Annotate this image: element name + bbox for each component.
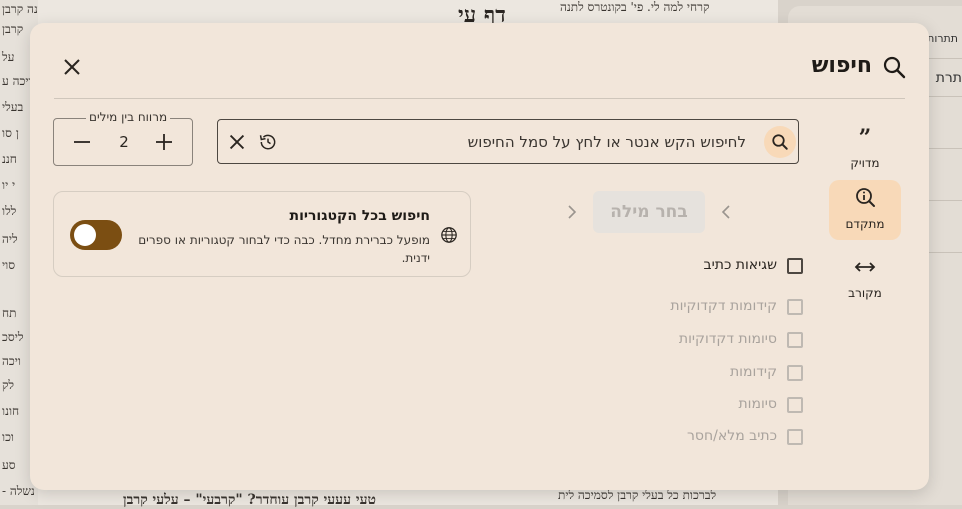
side-panel-divider (928, 58, 962, 59)
option-label: קידומות דקדוקיות (670, 298, 777, 314)
plus-icon[interactable] (154, 132, 174, 152)
checkbox[interactable] (787, 332, 803, 348)
chevron-right-icon[interactable] (564, 204, 580, 220)
header-divider (54, 98, 905, 99)
background-text-line: לברכות כל בעלי קרבן לסמיכה לית (558, 488, 717, 502)
checkbox[interactable] (787, 299, 803, 315)
quote-icon: ” (859, 125, 872, 149)
chevron-left-icon[interactable] (718, 204, 734, 220)
dialog-header: חיפוש (30, 23, 929, 99)
margin-line: וכו (2, 430, 15, 444)
side-panel-divider (928, 148, 962, 149)
search-placeholder: לחיפוש הקש אנטר או לחץ על סמל החיפוש (467, 133, 746, 151)
margin-line: סוי (2, 258, 16, 272)
all-categories-toggle[interactable] (70, 220, 122, 250)
all-categories-description: מופעל כברירת מחדל. כבה כדי לבחור קטגוריו… (138, 233, 430, 265)
side-panel-tab: תתרות (927, 32, 958, 45)
margin-line: ן סו (2, 126, 19, 140)
clear-icon[interactable] (226, 131, 248, 153)
search-submit-button[interactable] (764, 126, 796, 158)
word-gap-label: מרווח בין מילים (86, 110, 171, 124)
close-icon[interactable] (60, 55, 84, 79)
margin-line: ונה קרבן (2, 2, 38, 16)
checkbox[interactable] (787, 365, 803, 381)
checkbox[interactable] (787, 397, 803, 413)
search-input[interactable]: לחיפוש הקש אנטר או לחץ על סמל החיפוש (217, 119, 799, 164)
margin-line: ליה (2, 232, 18, 246)
margin-line: נשלה - (2, 484, 35, 498)
choose-word-button[interactable]: בחר מילה (593, 191, 705, 233)
all-categories-card: חיפוש בכל הקטגוריות מופעל כברירת מחדל. כ… (53, 191, 471, 277)
minus-icon[interactable] (72, 132, 92, 152)
margin-line: ללו (2, 204, 17, 218)
margin-line: קרבן (2, 22, 24, 36)
choose-word-label: בחר מילה (610, 202, 688, 222)
background-text-line: קרחי למה לי. פי' בקונטרס לתנה (560, 0, 710, 14)
margin-line: ויכה ע (2, 74, 32, 88)
margin-line: סע (2, 458, 16, 472)
word-gap-stepper: מרווח בין מילים 2 (53, 110, 193, 166)
margin-line: לק (2, 378, 15, 392)
margin-line: על (2, 50, 15, 64)
svg-text:”: ” (859, 125, 872, 149)
background-text-line: טעי עעעי קרבן עוחדר? "קרבעי" – עלעי קרבן (123, 492, 376, 508)
nav-item-label: מקורב (848, 286, 882, 300)
nav-item-advanced[interactable]: מתקדם (829, 180, 901, 240)
option-label: סיומות (738, 396, 777, 412)
margin-line: ויכה (2, 354, 21, 368)
nav-item-approx[interactable]: מקורב (829, 249, 901, 309)
dialog-title: חיפוש (811, 53, 872, 78)
margin-line: י יו (2, 178, 16, 192)
side-panel-row-text: תרת (935, 70, 962, 86)
word-gap-value[interactable]: 2 (114, 133, 134, 151)
margin-line: בעלי (2, 100, 24, 114)
search-icon (883, 56, 906, 79)
margin-line: תח (2, 306, 17, 320)
side-panel-divider (928, 252, 962, 253)
option-label: קידומות (729, 364, 777, 380)
option-label: שגיאות כתיב (703, 257, 777, 273)
margin-line: חננ (2, 152, 17, 166)
arrows-horizontal-icon (854, 262, 876, 272)
side-panel-divider (928, 200, 962, 201)
nav-item-exact[interactable]: ” מדויק (829, 119, 901, 179)
nav-item-label: מתקדם (845, 217, 885, 231)
toggle-knob (74, 224, 96, 246)
search-icon (772, 134, 788, 150)
checkbox[interactable] (787, 429, 803, 445)
margin-line: ליסכ (2, 330, 24, 344)
option-label: כתיב מלא/חסר (687, 428, 777, 444)
margin-line: חונו (2, 404, 20, 418)
history-icon[interactable] (258, 132, 278, 152)
checkbox[interactable] (787, 258, 803, 274)
globe-icon (441, 227, 457, 243)
option-label: סיומות דקדוקיות (678, 331, 777, 347)
info-search-icon (856, 188, 875, 207)
nav-item-label: מדויק (850, 156, 880, 170)
all-categories-title: חיפוש בכל הקטגוריות (289, 208, 430, 224)
search-dialog: חיפוש ” מדויק מתקדם מקורב לחיפוש הקש אנט… (30, 23, 929, 490)
side-panel-divider (928, 96, 962, 97)
